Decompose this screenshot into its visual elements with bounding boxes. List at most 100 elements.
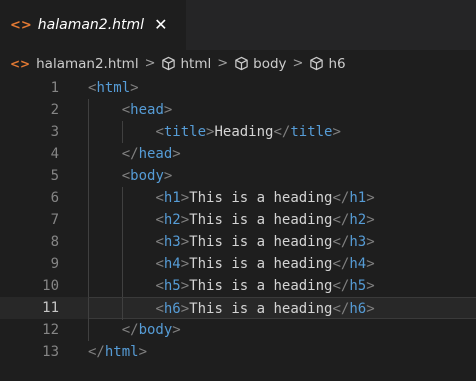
code-content: <h1>This is a heading</h1> [88, 187, 476, 209]
code-line[interactable]: 4 </head> [0, 143, 476, 165]
code-line[interactable]: 3 <title>Heading</title> [0, 121, 476, 143]
tag-bracket: < [121, 168, 131, 184]
tag-bracket: < [155, 256, 164, 272]
breadcrumb-item-h6[interactable]: h6 [309, 55, 346, 72]
line-number: 6 [50, 190, 59, 206]
tag-bracket: < [155, 301, 164, 317]
code-text: <h3>This is a heading</h3> [155, 231, 374, 253]
code-text: <h6>This is a heading</h6> [155, 298, 374, 320]
line-number: 9 [50, 256, 59, 272]
tag-name: h5 [349, 278, 367, 294]
line-number: 7 [50, 212, 59, 228]
code-line[interactable]: 11 <h6>This is a heading</h6> [0, 297, 476, 320]
indent-guide [121, 121, 123, 143]
code-line[interactable]: 1 <html> [0, 77, 476, 99]
tag-bracket: </ [273, 124, 291, 140]
tag-bracket: < [155, 212, 164, 228]
tag-bracket: > [366, 256, 375, 272]
code-text: <h2>This is a heading</h2> [155, 209, 374, 231]
tag-bracket: </ [332, 256, 350, 272]
code-line[interactable]: 6 <h1>This is a heading</h1> [0, 187, 476, 209]
code-text: <title>Heading</title> [155, 121, 341, 143]
code-line[interactable]: 7 <h2>This is a heading</h2> [0, 209, 476, 231]
tag-bracket: > [172, 322, 181, 338]
indent-guide [88, 209, 89, 231]
indent-guide [88, 231, 89, 253]
text-content: Heading [214, 124, 274, 140]
code-text: </head> [122, 143, 181, 165]
code-content: <h2>This is a heading</h2> [88, 209, 476, 231]
indent-guide [121, 187, 123, 209]
code-content: <title>Heading</title> [88, 121, 476, 143]
tag-bracket: < [155, 234, 164, 250]
tag-name: h4 [349, 256, 367, 272]
tag-name: h3 [349, 234, 367, 250]
tag-bracket: > [180, 256, 190, 272]
tag-bracket: > [163, 168, 173, 184]
tag-name: h6 [349, 301, 367, 317]
breadcrumb-item-html[interactable]: html [161, 56, 211, 72]
code-line[interactable]: 12 </body> [0, 319, 476, 341]
tag-name: h1 [163, 190, 181, 206]
code-line[interactable]: 13 </html> [0, 341, 476, 363]
code-content: </html> [88, 341, 476, 363]
indent-guide [88, 99, 89, 121]
tag-bracket: > [180, 190, 190, 206]
tag-name: title [290, 124, 333, 140]
code-content: <html> [88, 77, 476, 99]
tag-name: h2 [349, 212, 367, 228]
tag-name: h6 [163, 301, 181, 317]
close-tab-icon[interactable]: ✕ [154, 17, 167, 33]
tag-bracket: </ [121, 146, 139, 162]
tag-bracket: > [180, 301, 190, 317]
tag-bracket: > [130, 80, 139, 96]
code-editor[interactable]: 1 <html> 2 <head> 3 <title>Heading</title> 4 </… [0, 77, 476, 363]
tag-bracket: > [172, 146, 181, 162]
html-file-icon: <> [10, 17, 32, 33]
code-line[interactable]: 5 <body> [0, 165, 476, 187]
breadcrumb-item-file[interactable]: <> halaman2.html [10, 56, 139, 72]
code-text: </body> [122, 319, 181, 341]
text-content: This is a heading [189, 301, 333, 317]
breadcrumb-item-body[interactable]: body [234, 56, 287, 72]
tag-name: h2 [163, 212, 181, 228]
tag-bracket: < [155, 190, 164, 206]
code-line[interactable]: 10 <h5>This is a heading</h5> [0, 275, 476, 297]
editor-tab-bar: <> halaman2.html ✕ [0, 0, 476, 50]
indent-guide [88, 319, 89, 341]
tag-bracket: </ [332, 301, 350, 317]
indent-guide [88, 187, 89, 209]
tag-bracket: </ [88, 344, 105, 360]
line-number: 8 [50, 234, 59, 250]
indent-guide [121, 253, 123, 275]
tag-bracket: </ [332, 190, 350, 206]
code-content: <h4>This is a heading</h4> [88, 253, 476, 275]
line-number: 10 [42, 278, 59, 294]
line-number: 2 [50, 102, 59, 118]
breadcrumb-html-label: html [180, 55, 212, 72]
tag-name: title [163, 124, 207, 140]
breadcrumb-h6-label: h6 [328, 55, 346, 72]
code-text: </html> [88, 341, 147, 363]
code-line[interactable]: 9 <h4>This is a heading</h4> [0, 253, 476, 275]
tag-name: html [104, 344, 139, 360]
line-number: 12 [42, 322, 59, 338]
tag-name: head [130, 102, 164, 118]
indent-guide [88, 253, 89, 275]
code-line[interactable]: 8 <h3>This is a heading</h3> [0, 231, 476, 253]
code-text: <head> [122, 99, 173, 121]
code-content: <h6>This is a heading</h6> [88, 297, 476, 320]
tag-bracket: > [163, 102, 173, 118]
text-content: This is a heading [189, 278, 333, 294]
code-line[interactable]: 2 <head> [0, 99, 476, 121]
code-content: <head> [88, 99, 476, 121]
indent-guide [88, 298, 89, 320]
file-tab[interactable]: <> halaman2.html ✕ [0, 0, 186, 50]
indent-guide [88, 275, 89, 297]
tag-bracket: > [366, 190, 375, 206]
line-number: 13 [42, 344, 59, 360]
tag-name: head [138, 146, 173, 162]
element-cube-icon [235, 56, 248, 71]
indent-guide [88, 143, 89, 165]
code-content: </body> [88, 319, 476, 341]
